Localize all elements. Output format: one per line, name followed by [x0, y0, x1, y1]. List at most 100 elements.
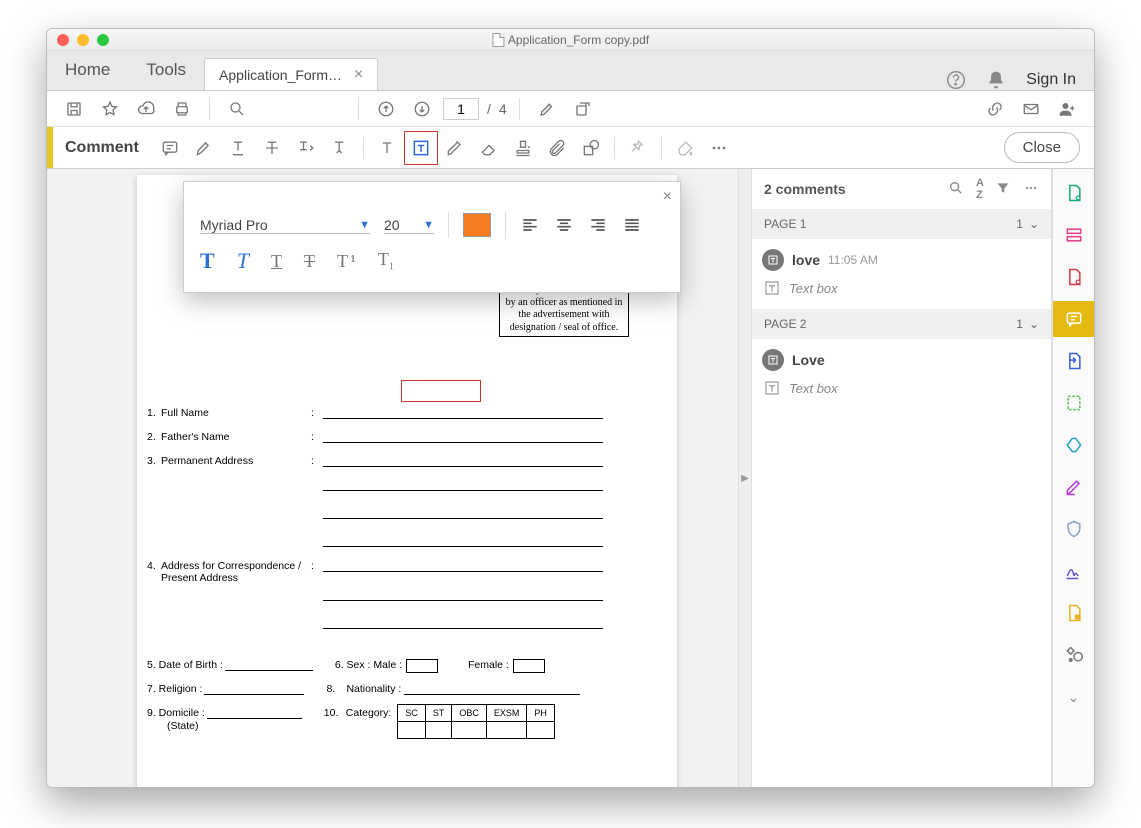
tabbar: Home Tools Application_Form… × Sign In [47, 51, 1094, 91]
superscript-icon[interactable]: T ¹ [337, 251, 356, 272]
font-size-dropdown[interactable]: 20▼ [384, 217, 434, 234]
comment-rail-icon[interactable] [1053, 301, 1095, 337]
textbox-type-icon [763, 279, 781, 297]
protect-icon[interactable] [1053, 511, 1095, 547]
help-icon[interactable] [946, 70, 966, 90]
share-link-icon[interactable] [980, 94, 1010, 124]
comments-count-label: 2 comments [764, 181, 846, 197]
drawing-shapes-icon[interactable] [574, 131, 608, 165]
panel-close-icon[interactable]: × [663, 188, 672, 206]
search-icon[interactable] [222, 94, 252, 124]
align-justify-icon[interactable] [622, 215, 642, 235]
tab-close-icon[interactable]: × [350, 66, 367, 84]
print-icon[interactable] [167, 94, 197, 124]
text-format-panel: × Myriad Pro▼ 20▼ [183, 181, 681, 293]
main-toolbar: / 4 [47, 91, 1094, 127]
highlight-icon[interactable] [187, 131, 221, 165]
strikethrough-icon[interactable] [255, 131, 289, 165]
domicile-state-label: (State) [167, 720, 199, 732]
sign-in-link[interactable]: Sign In [1026, 71, 1076, 89]
chevron-down-icon: ⌄ [1029, 317, 1039, 331]
send-share-icon[interactable] [568, 94, 598, 124]
insert-text-icon[interactable] [323, 131, 357, 165]
comment-item[interactable]: Love Text box [752, 339, 1051, 409]
page-sep: / [487, 101, 491, 117]
edit-pdf-icon[interactable] [1053, 259, 1095, 295]
prev-page-icon[interactable] [371, 94, 401, 124]
comments-filter-icon[interactable] [995, 180, 1011, 199]
create-pdf-icon[interactable] [1053, 175, 1095, 211]
paint-bucket-icon[interactable] [668, 131, 702, 165]
tab-home[interactable]: Home [47, 50, 128, 90]
sign-highlighter-icon[interactable] [532, 94, 562, 124]
strikethrough-style-icon[interactable]: T [304, 251, 315, 272]
category-table: SCSTOBCEXSMPH [397, 704, 555, 739]
stamp-icon[interactable] [506, 131, 540, 165]
align-center-icon[interactable] [554, 215, 574, 235]
bold-icon[interactable]: T [200, 248, 215, 274]
pin-icon[interactable] [621, 131, 655, 165]
attach-icon[interactable] [540, 131, 574, 165]
comments-page1-header[interactable]: PAGE 1 1⌄ [752, 209, 1051, 239]
mail-icon[interactable] [1016, 94, 1046, 124]
pdf-file-icon [492, 33, 504, 47]
font-family-dropdown[interactable]: Myriad Pro▼ [200, 217, 370, 234]
content-area: Identity should be certified by an offic… [47, 169, 1094, 787]
underline-icon[interactable] [221, 131, 255, 165]
comment-item[interactable]: love 11:05 AM Text box [752, 239, 1051, 309]
comments-more-icon[interactable] [1023, 180, 1039, 199]
save-icon[interactable] [59, 94, 89, 124]
window-minimize-icon[interactable] [77, 34, 89, 46]
text-comment-icon[interactable] [370, 131, 404, 165]
document-viewport[interactable]: Identity should be certified by an offic… [47, 169, 738, 787]
cloud-upload-icon[interactable] [131, 94, 161, 124]
subscript-icon[interactable]: T1 [378, 249, 394, 273]
panel-collapse-handle[interactable]: ▶ [738, 169, 752, 787]
chevron-down-rail-icon[interactable]: ⌄ [1053, 679, 1095, 715]
textbox-badge-icon [762, 249, 784, 271]
window-close-icon[interactable] [57, 34, 69, 46]
text-insertion-box[interactable] [401, 380, 481, 402]
bell-icon[interactable] [986, 70, 1006, 90]
adobe-sign-icon[interactable] [1053, 553, 1095, 589]
comment-toolbar: Comment Close [47, 127, 1094, 169]
eraser-icon[interactable] [472, 131, 506, 165]
page-number-input[interactable] [443, 98, 479, 120]
close-comment-toolbar-button[interactable]: Close [1004, 132, 1080, 163]
align-right-icon[interactable] [588, 215, 608, 235]
font-color-swatch[interactable] [463, 213, 491, 237]
comments-panel: 2 comments AZ PAGE 1 1⌄ love 11:05 AM [752, 169, 1052, 787]
window-title: Application_Form copy.pdf [508, 33, 649, 47]
sticky-note-icon[interactable] [153, 131, 187, 165]
more-tools-icon[interactable] [702, 131, 736, 165]
star-icon[interactable] [95, 94, 125, 124]
comments-sort-icon[interactable]: AZ [976, 177, 983, 201]
compare-files-icon[interactable] [1053, 595, 1095, 631]
window-zoom-icon[interactable] [97, 34, 109, 46]
combine-files-icon[interactable] [1053, 217, 1095, 253]
comments-page2-header[interactable]: PAGE 2 1⌄ [752, 309, 1051, 339]
tab-document[interactable]: Application_Form… × [204, 58, 378, 90]
add-text-box-icon[interactable] [404, 131, 438, 165]
app-window: Application_Form copy.pdf Home Tools App… [46, 28, 1095, 788]
titlebar: Application_Form copy.pdf [47, 29, 1094, 51]
italic-icon[interactable]: T [237, 248, 249, 274]
page-total: 4 [499, 101, 507, 117]
underline-style-icon[interactable]: T [271, 251, 282, 272]
tab-tools[interactable]: Tools [128, 50, 204, 90]
next-page-icon[interactable] [407, 94, 437, 124]
more-tools-rail-icon[interactable] [1053, 637, 1095, 673]
side-tool-rail: ⌄ [1052, 169, 1094, 787]
pencil-draw-icon[interactable] [438, 131, 472, 165]
add-person-icon[interactable] [1052, 94, 1082, 124]
comment-toolbar-label: Comment [53, 139, 153, 157]
comments-search-icon[interactable] [948, 180, 964, 199]
export-pdf-icon[interactable] [1053, 343, 1095, 379]
replace-text-icon[interactable] [289, 131, 323, 165]
fill-sign-icon[interactable] [1053, 469, 1095, 505]
organize-pages-icon[interactable] [1053, 385, 1095, 421]
page-indicator: / 4 [443, 98, 507, 120]
chevron-down-icon: ⌄ [1029, 217, 1039, 231]
align-left-icon[interactable] [520, 215, 540, 235]
send-review-icon[interactable] [1053, 427, 1095, 463]
